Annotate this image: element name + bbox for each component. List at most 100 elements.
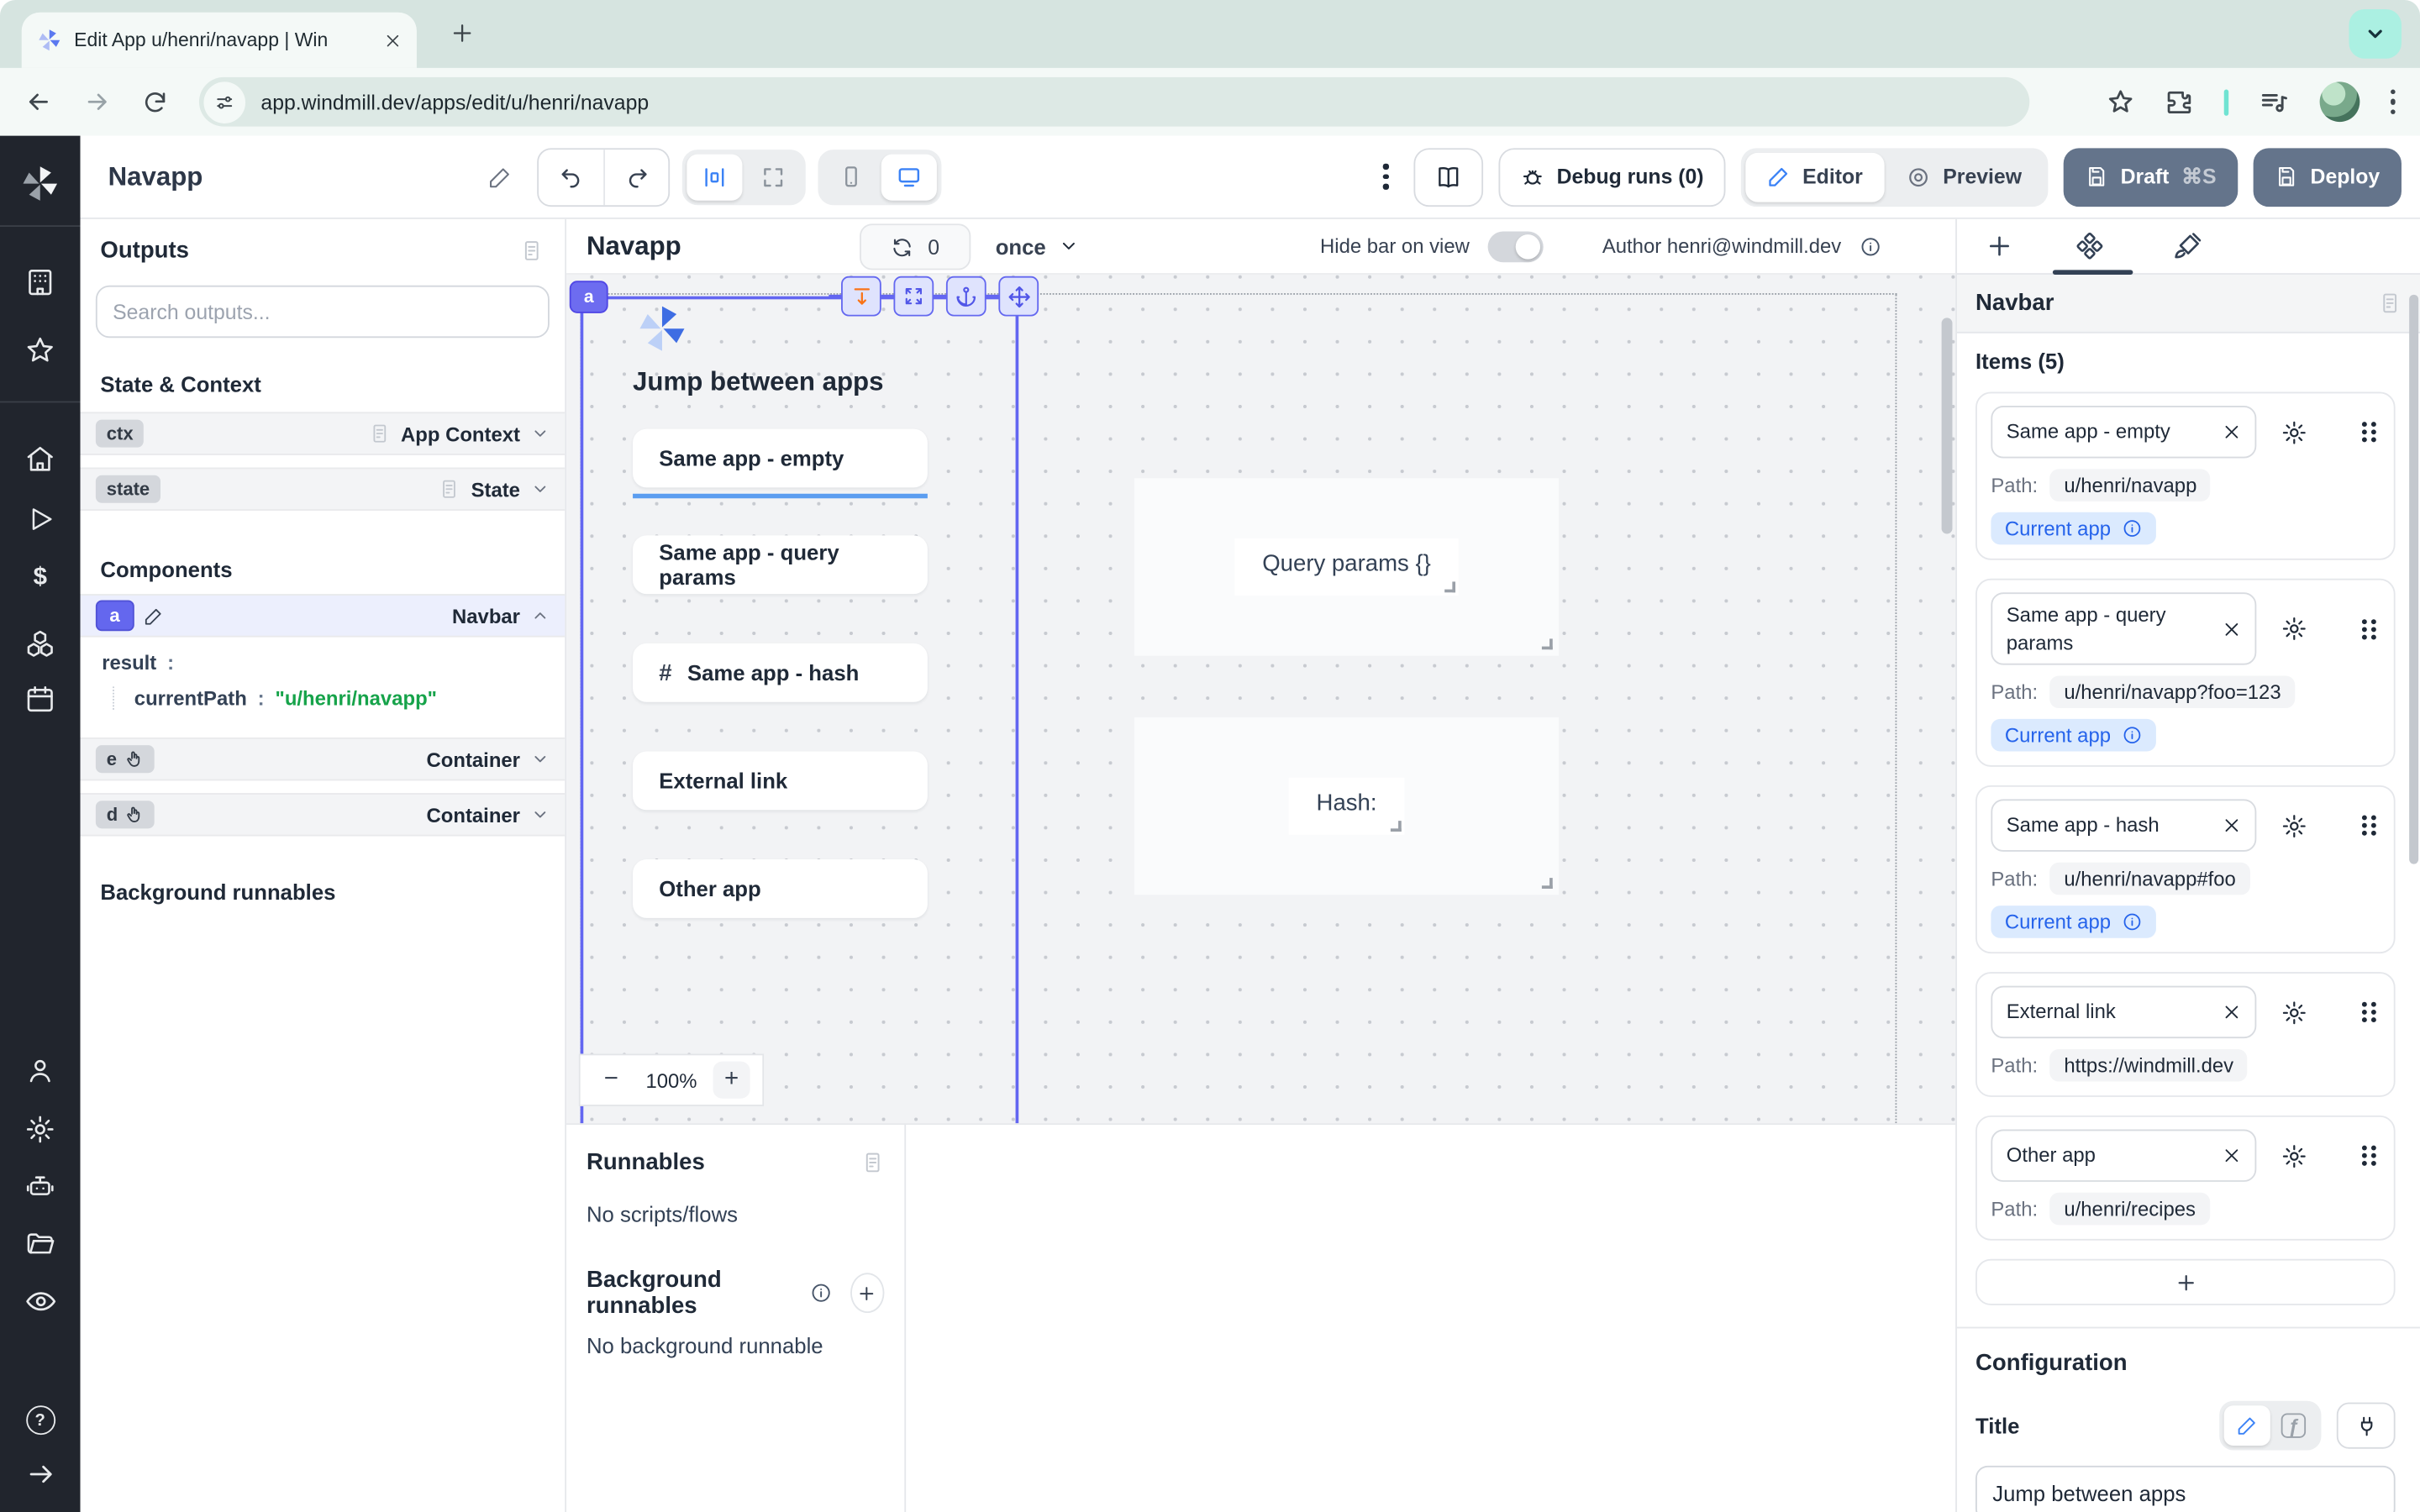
mobile-view-button[interactable]: [823, 154, 878, 200]
window-chevron-button[interactable]: [2349, 9, 2402, 59]
extensions-puzzle-icon[interactable]: [2165, 88, 2192, 116]
edit-pencil-icon[interactable]: [143, 606, 163, 626]
browser-menu-icon[interactable]: [2390, 89, 2395, 114]
item-4-settings-gear-icon[interactable]: [2281, 999, 2307, 1025]
clear-icon[interactable]: [2223, 1003, 2241, 1021]
chevron-down-icon[interactable]: [531, 750, 550, 769]
component-row-navbar[interactable]: a Navbar: [81, 594, 566, 637]
schedules-calendar-icon[interactable]: [0, 684, 81, 715]
audit-eye-icon[interactable]: [0, 1285, 81, 1318]
query-params-container[interactable]: Query params {}: [1134, 478, 1559, 655]
zoom-out-button[interactable]: −: [592, 1062, 629, 1099]
hash-container[interactable]: Hash:: [1134, 717, 1559, 895]
add-navbar-item-button[interactable]: [1975, 1259, 2396, 1305]
item-5-settings-gear-icon[interactable]: [2281, 1142, 2307, 1168]
rename-pencil-icon[interactable]: [487, 165, 512, 189]
item-1-drag-handle[interactable]: [2359, 420, 2381, 444]
chevron-down-icon[interactable]: [531, 480, 550, 498]
windmill-logo-icon[interactable]: [0, 164, 81, 204]
fx-expression-icon[interactable]: ƒ: [2270, 1405, 2317, 1446]
profile-avatar[interactable]: [2319, 81, 2360, 122]
app-canvas[interactable]: a Jump between apps Same app - emp: [566, 275, 1955, 1123]
item-1-settings-gear-icon[interactable]: [2281, 419, 2307, 445]
insert-component-tab[interactable]: [1985, 232, 2014, 261]
component-row-d[interactable]: d Container: [81, 793, 566, 836]
anchor-icon[interactable]: [946, 276, 986, 317]
hash-text[interactable]: Hash:: [1288, 778, 1404, 835]
draft-button[interactable]: Draft ⌘S: [2064, 147, 2238, 206]
bookmark-star-icon[interactable]: [2106, 88, 2133, 116]
nav-item-query-params[interactable]: Same app - query params: [633, 535, 928, 594]
user-icon[interactable]: [0, 1055, 81, 1086]
search-outputs-input[interactable]: [113, 300, 533, 323]
item-4-label-field[interactable]: External link: [1991, 986, 2256, 1038]
redo-button[interactable]: [603, 149, 668, 204]
item-3-settings-gear-icon[interactable]: [2281, 812, 2307, 838]
workers-robot-icon[interactable]: [0, 1171, 81, 1202]
nav-item-other-app[interactable]: Other app: [633, 859, 928, 918]
folders-icon[interactable]: [0, 1228, 81, 1259]
nav-item-same-app-empty[interactable]: Same app - empty: [633, 429, 928, 488]
canvas-scrollbar[interactable]: [1942, 318, 1953, 533]
more-menu-icon[interactable]: [1374, 164, 1397, 189]
runnables-doc-icon[interactable]: [861, 1151, 885, 1174]
item-2-drag-handle[interactable]: [2359, 617, 2381, 641]
workspace-building-icon[interactable]: [0, 267, 81, 298]
deploy-button[interactable]: Deploy: [2254, 147, 2402, 206]
add-background-runnable-button[interactable]: [850, 1273, 885, 1313]
item-1-label-field[interactable]: Same app - empty: [1991, 406, 2256, 458]
outputs-doc-icon[interactable]: [520, 239, 544, 263]
component-row-e[interactable]: e Container: [81, 738, 566, 780]
outputs-search[interactable]: [96, 286, 550, 338]
static-pencil-icon[interactable]: [2224, 1405, 2270, 1446]
center-align-button[interactable]: [687, 154, 742, 200]
move-icon[interactable]: [998, 276, 1039, 317]
chevron-up-icon[interactable]: [531, 606, 550, 625]
new-tab-button[interactable]: [450, 22, 474, 45]
runs-play-icon[interactable]: [0, 505, 81, 534]
item-2-label-field[interactable]: Same app - query params: [1991, 592, 2256, 664]
desktop-view-button[interactable]: [881, 154, 937, 200]
styling-brush-tab[interactable]: [2171, 232, 2202, 263]
navbar-doc-icon[interactable]: [2378, 291, 2402, 315]
site-settings-icon[interactable]: [203, 81, 245, 123]
tab-editor[interactable]: Editor: [1745, 152, 1884, 202]
selected-component-tag[interactable]: a: [570, 281, 608, 313]
docs-book-button[interactable]: [1413, 147, 1483, 206]
clear-icon[interactable]: [2223, 816, 2241, 835]
debug-runs-button[interactable]: Debug runs (0): [1498, 147, 1725, 206]
connect-plug-icon[interactable]: [2337, 1403, 2396, 1449]
clear-icon[interactable]: [2223, 423, 2241, 441]
clear-icon[interactable]: [2223, 620, 2241, 638]
url-bar[interactable]: app.windmill.dev/apps/edit/u/henri/navap…: [199, 77, 2029, 127]
chevron-down-icon[interactable]: [531, 806, 550, 824]
item-4-drag-handle[interactable]: [2359, 1000, 2381, 1024]
forward-icon[interactable]: [83, 88, 111, 116]
help-icon[interactable]: ?: [0, 1405, 81, 1435]
nav-item-hash[interactable]: #Same app - hash: [633, 643, 928, 702]
undo-button[interactable]: [539, 149, 603, 204]
item-5-drag-handle[interactable]: [2359, 1143, 2381, 1168]
settings-scrollbar[interactable]: [2409, 295, 2418, 864]
tab-preview[interactable]: Preview: [1884, 152, 2043, 202]
item-2-settings-gear-icon[interactable]: [2281, 616, 2307, 642]
resources-cubes-icon[interactable]: [0, 628, 81, 659]
clear-icon[interactable]: [2223, 1147, 2241, 1165]
item-3-drag-handle[interactable]: [2359, 813, 2381, 837]
reload-icon[interactable]: [142, 89, 168, 115]
component-settings-tab[interactable]: [2075, 232, 2106, 263]
expand-rail-icon[interactable]: [0, 1460, 81, 1489]
state-doc-icon[interactable]: [439, 478, 460, 500]
chevron-down-icon[interactable]: [531, 424, 550, 443]
media-playlist-icon[interactable]: [2259, 87, 2288, 117]
query-params-text[interactable]: Query params {}: [1234, 538, 1459, 596]
background-info-icon[interactable]: [810, 1282, 832, 1304]
back-icon[interactable]: [24, 88, 52, 116]
fullwidth-button[interactable]: [745, 154, 801, 200]
hide-bar-toggle[interactable]: [1488, 231, 1544, 262]
home-icon[interactable]: [0, 443, 81, 474]
item-5-label-field[interactable]: Other app: [1991, 1130, 2256, 1182]
browser-tab[interactable]: Edit App u/henri/navapp | Win: [22, 13, 417, 68]
title-input[interactable]: [1975, 1466, 2396, 1512]
variables-dollar-icon[interactable]: $: [0, 564, 81, 592]
